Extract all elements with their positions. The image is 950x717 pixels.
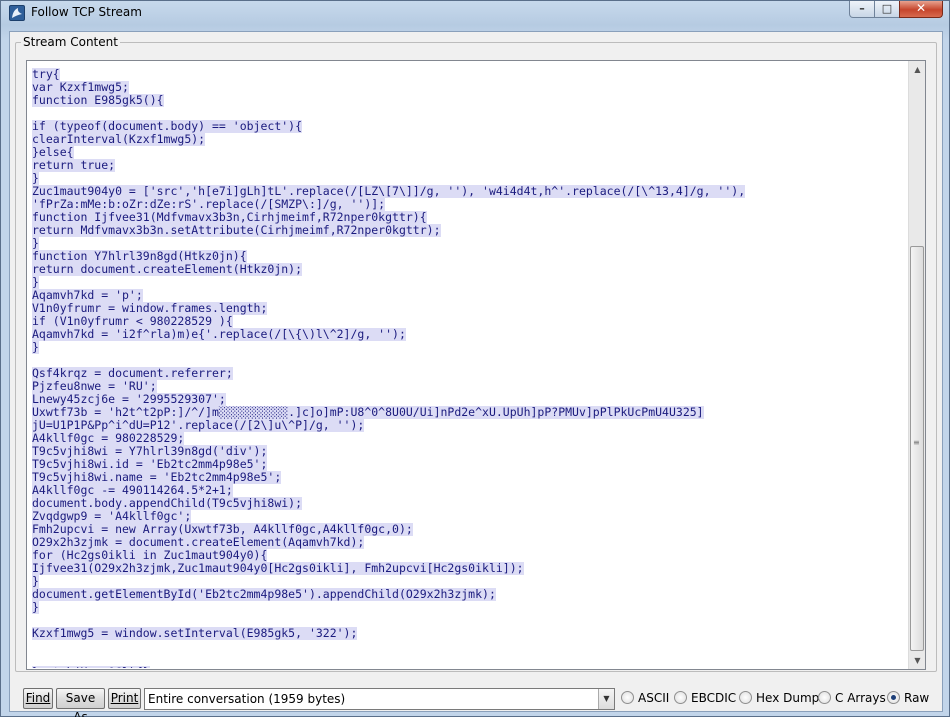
maximize-button[interactable]: □	[874, 1, 900, 18]
radio-hex-dump-indicator	[739, 691, 752, 704]
code-line: Aqamvh7kd = 'i2f^rla)m)e{'.replace(/[\{\…	[32, 328, 406, 341]
code-line: }	[32, 237, 39, 250]
code-line: }	[32, 172, 39, 185]
code-line: Lnewy45zcj6e = '2995529307';	[32, 393, 226, 406]
save-as-button[interactable]: Save As	[56, 688, 105, 717]
code-line: if (typeof(document.body) == 'object'){	[32, 120, 303, 133]
stream-text: try{var Kzxf1mwg5; function E985gk5(){ if …	[32, 68, 907, 668]
title-bar[interactable]: Follow TCP Stream – □ ✕	[1, 1, 949, 25]
code-line: Fmh2upcvi = new Array(Uxwtf73b, A4kllf0g…	[32, 523, 413, 536]
code-line: Ijfvee31(O29x2h3zjmk,Zuc1maut904y0[Hc2gs…	[32, 562, 524, 575]
radio-ebcdic[interactable]: EBCDIC	[674, 691, 736, 707]
code-line: return true;	[32, 159, 116, 172]
conversation-select[interactable]: Entire conversation (1959 bytes) ▼	[144, 688, 615, 710]
minimize-icon: –	[859, 2, 865, 15]
code-line: T9c5vjhi8wi.id = 'Eb2tc2mm4p98e5';	[32, 458, 268, 471]
code-line: document.body.appendChild(T9c5vjhi8wi);	[32, 497, 303, 510]
radio-hex-dump-label: Hex Dump	[756, 691, 820, 705]
code-line: return document.createElement(Htkz0jn);	[32, 263, 303, 276]
radio-ascii-indicator	[621, 691, 634, 704]
window-title: Follow TCP Stream	[31, 5, 142, 19]
radio-raw-label: Raw	[904, 691, 930, 705]
code-line: }else{	[32, 146, 74, 159]
code-line: }	[32, 575, 39, 588]
chevron-down-icon[interactable]: ▼	[598, 689, 614, 709]
code-line: Kzxf1mwg5 = window.setInterval(E985gk5, …	[32, 627, 358, 640]
conversation-select-value: Entire conversation (1959 bytes)	[148, 692, 346, 706]
code-line: A4kllf0gc = 980228529;	[32, 432, 185, 445]
code-line: T9c5vjhi8wi.name = 'Eb2tc2mm4p98e5';	[32, 471, 282, 484]
vertical-scrollbar[interactable]: ▲ ≡ ▼	[908, 61, 925, 669]
radio-ascii-label: ASCII	[638, 691, 670, 705]
code-line: T9c5vjhi8wi = Y7hlrl39n8gd('div');	[32, 445, 268, 458]
code-line: 'fPrZa:mMe:b:oZr:dZe:rS'.replace(/[SMZP\…	[32, 198, 386, 211]
code-line: document.getElementById('Eb2tc2mm4p98e5'…	[32, 588, 496, 601]
find-button-label: Find	[25, 691, 51, 705]
caption-buttons: – □ ✕	[849, 1, 943, 19]
stream-content-group: Stream Content try{var Kzxf1mwg5; functio…	[15, 35, 937, 672]
radio-hex-dump[interactable]: Hex Dump	[739, 691, 819, 707]
stream-text-area[interactable]: try{var Kzxf1mwg5; function E985gk5(){ if …	[26, 60, 926, 670]
radio-ebcdic-label: EBCDIC	[691, 691, 737, 705]
code-line: Aqamvh7kd = 'p';	[32, 289, 143, 302]
maximize-icon: □	[881, 2, 893, 15]
code-line: try{	[32, 68, 60, 81]
code-line: Pjzfeu8nwe = 'RU';	[32, 380, 157, 393]
dialog-body: Stream Content try{var Kzxf1mwg5; functio…	[9, 31, 943, 717]
save-as-button-label: Save As	[65, 691, 96, 717]
print-button-label: Print	[110, 691, 139, 705]
stream-content-label: Stream Content	[21, 35, 120, 49]
code-line: if (V1n0yfrumr < 980228529 ){	[32, 315, 233, 328]
radio-ebcdic-indicator	[674, 691, 687, 704]
code-line: jU=U1P1P&Pp^i^dU=P12'.replace(/[2\]u\^P]…	[32, 419, 365, 432]
code-line: function Ijfvee31(Mdfvmavx3b3n,Cirhjmeim…	[32, 211, 427, 224]
radio-c-arrays-label: C Arrays	[835, 691, 886, 705]
code-line: V1n0yfrumr = window.frames.length;	[32, 302, 268, 315]
code-line: Uxwtf73b = 'h2t^t2pP:]/^/]m░░░░░░░░░░.]c…	[32, 406, 704, 419]
minimize-button[interactable]: –	[849, 1, 875, 18]
code-line: return Mdfvmavx3b3n.setAttribute(Cirhjme…	[32, 224, 441, 237]
radio-raw-indicator	[887, 691, 900, 704]
code-line: O29x2h3zjmk = document.createElement(Aqa…	[32, 536, 365, 549]
scroll-down-icon[interactable]: ▼	[909, 652, 926, 669]
code-line: function E985gk5(){	[32, 94, 164, 107]
code-line: clearInterval(Kzxf1mwg5);	[32, 133, 206, 146]
radio-c-arrays[interactable]: C Arrays	[818, 691, 886, 707]
print-button[interactable]: Print	[108, 688, 141, 709]
close-button[interactable]: ✕	[899, 1, 943, 18]
scrollbar-thumb[interactable]	[910, 246, 924, 651]
code-line: }catch(Mmgx06l){}	[32, 666, 907, 668]
follow-tcp-stream-window: Follow TCP Stream – □ ✕ Stream Content t…	[0, 0, 950, 717]
code-line: Zvqdgwp9 = 'A4kllf0gc';	[32, 510, 192, 523]
scroll-grip-icon: ≡	[913, 438, 920, 447]
find-button[interactable]: Find	[23, 688, 53, 709]
wireshark-fin-icon	[9, 5, 25, 21]
code-line: Zuc1maut904y0 = ['src','h[e7i]gLh]tL'.re…	[32, 185, 746, 198]
code-line: }	[32, 341, 39, 354]
code-line: }	[32, 276, 39, 289]
radio-raw[interactable]: Raw	[887, 691, 929, 707]
close-icon: ✕	[915, 1, 927, 15]
code-line: Qsf4krqz = document.referrer;	[32, 367, 233, 380]
radio-c-arrays-indicator	[818, 691, 831, 704]
code-line: }	[32, 601, 39, 614]
code-line: A4kllf0gc -= 490114264.5*2+1;	[32, 484, 233, 497]
code-line: var Kzxf1mwg5;	[32, 81, 129, 94]
scroll-up-icon[interactable]: ▲	[909, 61, 926, 78]
bottom-toolbar: Find Save As Print Entire conversation (…	[23, 688, 938, 717]
code-line: function Y7hlrl39n8gd(Htkz0jn){	[32, 250, 247, 263]
radio-ascii[interactable]: ASCII	[621, 691, 669, 707]
code-line: for (Hc2gs0ikli in Zuc1maut904y0){	[32, 549, 268, 562]
